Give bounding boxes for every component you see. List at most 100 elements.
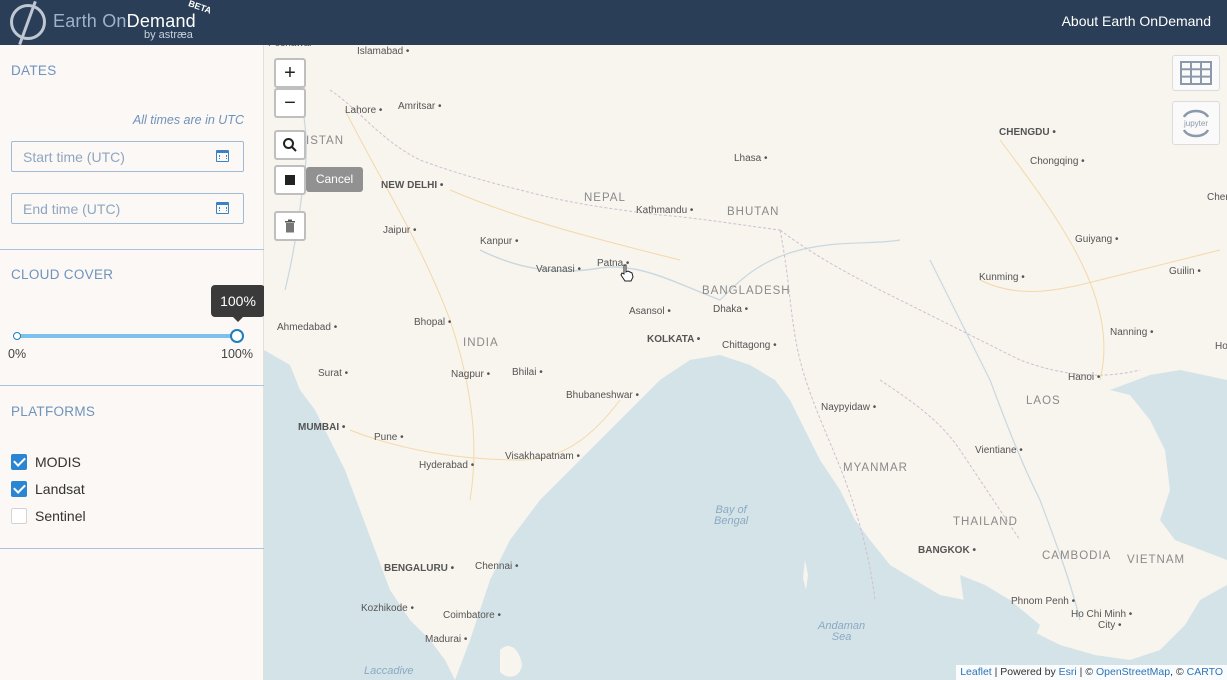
city-label: Hanoi •	[1068, 372, 1101, 383]
end-time-field[interactable]	[11, 193, 244, 224]
end-time-input[interactable]	[12, 194, 202, 223]
border-china	[779, 229, 1141, 376]
country-label: LAOS	[1026, 395, 1061, 407]
city-label: Visakhapatnam •	[505, 451, 581, 462]
platform-label: MODIS	[35, 454, 81, 470]
city-label: Bhubaneshwar •	[566, 390, 639, 401]
cloud-cover-section: CLOUD COVER	[0, 250, 264, 386]
city-label: Jaipur •	[383, 225, 417, 236]
country-label: MYANMAR	[843, 462, 908, 474]
city-label: Phnom Penh •	[1011, 596, 1076, 607]
city-label: CHENGDU •	[999, 127, 1056, 138]
city-label: Kunming •	[979, 272, 1025, 283]
map-canvas[interactable]: Peshawar • Islamabad • Lahore • Amritsar • N…	[264, 45, 1227, 680]
search-button[interactable]	[274, 130, 306, 160]
city-label: Amritsar •	[398, 101, 442, 112]
platform-sentinel[interactable]: Sentinel	[11, 507, 86, 525]
app-header: Earth OnDemand BETA by astræa About Eart…	[0, 0, 1227, 46]
platform-modis[interactable]: MODIS	[11, 453, 81, 471]
slider-max-label: 100%	[221, 347, 253, 361]
city-label: Kanpur •	[480, 236, 519, 247]
square-icon	[285, 175, 295, 185]
jupyter-button[interactable]: jupyter	[1172, 101, 1220, 145]
calendar-icon[interactable]	[216, 202, 229, 214]
logo-title-part1: Earth On	[53, 11, 127, 31]
country-label: BHUTAN	[727, 206, 780, 218]
city-label: Guiyang •	[1075, 234, 1119, 245]
city-label: Vientiane •	[975, 445, 1023, 456]
jupyter-label: jupyter	[1183, 119, 1208, 128]
city-label: Chennai •	[475, 561, 519, 572]
city-label: Madurai •	[425, 634, 468, 645]
cancel-draw-button[interactable]: Cancel	[306, 167, 363, 192]
city-label: Nagpur •	[451, 369, 491, 380]
road-east	[999, 139, 1105, 381]
esri-link[interactable]: Esri	[1059, 666, 1077, 678]
leaflet-link[interactable]: Leaflet	[960, 666, 992, 678]
zoom-out-button[interactable]: −	[274, 88, 306, 118]
gulf-of-tonkin-water	[1110, 370, 1227, 560]
platform-label: Landsat	[35, 481, 85, 497]
slider-min-handle[interactable]	[13, 332, 21, 340]
city-label: Lahore •	[345, 105, 383, 116]
cloud-cover-slider-track[interactable]	[17, 334, 238, 338]
city-label: BANGKOK •	[918, 545, 976, 556]
city-label: MUMBAI •	[298, 422, 346, 433]
slider-min-label: 0%	[8, 347, 27, 361]
landsat-checkbox[interactable]	[11, 481, 27, 497]
sea-label: Andaman Sea	[818, 620, 866, 643]
city-label: Hyderabad •	[419, 460, 475, 471]
app-logo[interactable]: Earth OnDemand BETA by astræa	[10, 0, 230, 46]
city-label: KOLKATA •	[647, 334, 701, 345]
sentinel-checkbox[interactable]	[11, 508, 27, 524]
start-time-input[interactable]	[12, 142, 202, 171]
calendar-icon[interactable]	[216, 150, 229, 162]
city-label: Chittagong •	[722, 340, 777, 351]
attribution-text: , ©	[1170, 666, 1187, 678]
trash-icon	[285, 219, 295, 233]
country-label: ISTAN	[306, 135, 345, 147]
carto-link[interactable]: CARTO	[1187, 666, 1223, 678]
platform-label: Sentinel	[35, 508, 86, 524]
city-label: Chenal •	[1207, 192, 1227, 203]
start-time-field[interactable]	[11, 141, 244, 172]
city-label: Asansol •	[629, 306, 671, 317]
cloud-cover-title: CLOUD COVER	[11, 267, 114, 282]
delete-button[interactable]	[274, 211, 306, 241]
city-label: Naypyidaw •	[821, 402, 877, 413]
filter-sidebar: DATES All times are in UTC CLOUD COVER 1…	[0, 45, 265, 680]
city-label: Coimbatore •	[443, 610, 501, 621]
city-label: Surat •	[318, 368, 349, 379]
attribution-text: | ©	[1076, 666, 1096, 678]
about-link[interactable]: About Earth OnDemand	[1062, 13, 1211, 29]
logo-by-line: by astræa	[144, 29, 193, 41]
city-label: Dhaka •	[713, 304, 749, 315]
city-label: Peshawar •	[268, 45, 319, 49]
attribution-text: | Powered by	[991, 666, 1059, 678]
modis-checkbox[interactable]	[11, 454, 27, 470]
arabian-sea-water	[264, 350, 455, 680]
country-label: NEPAL	[584, 192, 626, 204]
road-west	[344, 109, 475, 501]
grid-view-button[interactable]	[1172, 55, 1220, 91]
osm-link[interactable]: OpenStreetMap	[1096, 666, 1170, 678]
city-label: Chongqing •	[1030, 156, 1085, 167]
sea-label: Laccadive	[364, 665, 414, 677]
city-label: Nanning •	[1110, 327, 1154, 338]
logo-title-part2: Demand	[126, 11, 196, 31]
road-central	[449, 189, 681, 261]
slider-max-handle[interactable]	[230, 329, 244, 343]
city-label: Islamabad •	[357, 46, 410, 57]
city-label: Varanasi •	[536, 264, 582, 275]
country-label: CAMBODIA	[1042, 550, 1112, 562]
city-label: City •	[1098, 620, 1122, 631]
platforms-title: PLATFORMS	[11, 404, 96, 419]
city-label: Kathmandu •	[636, 205, 694, 216]
city-label: Ho Chi Minh •	[1071, 609, 1133, 620]
platform-landsat[interactable]: Landsat	[11, 480, 85, 498]
city-label: BENGALURU •	[384, 563, 455, 574]
city-label: NEW DELHI •	[381, 180, 444, 191]
draw-rectangle-button[interactable]	[274, 165, 306, 195]
zoom-in-button[interactable]: +	[274, 58, 306, 88]
sea-label: Bay of Bengal	[714, 504, 749, 527]
